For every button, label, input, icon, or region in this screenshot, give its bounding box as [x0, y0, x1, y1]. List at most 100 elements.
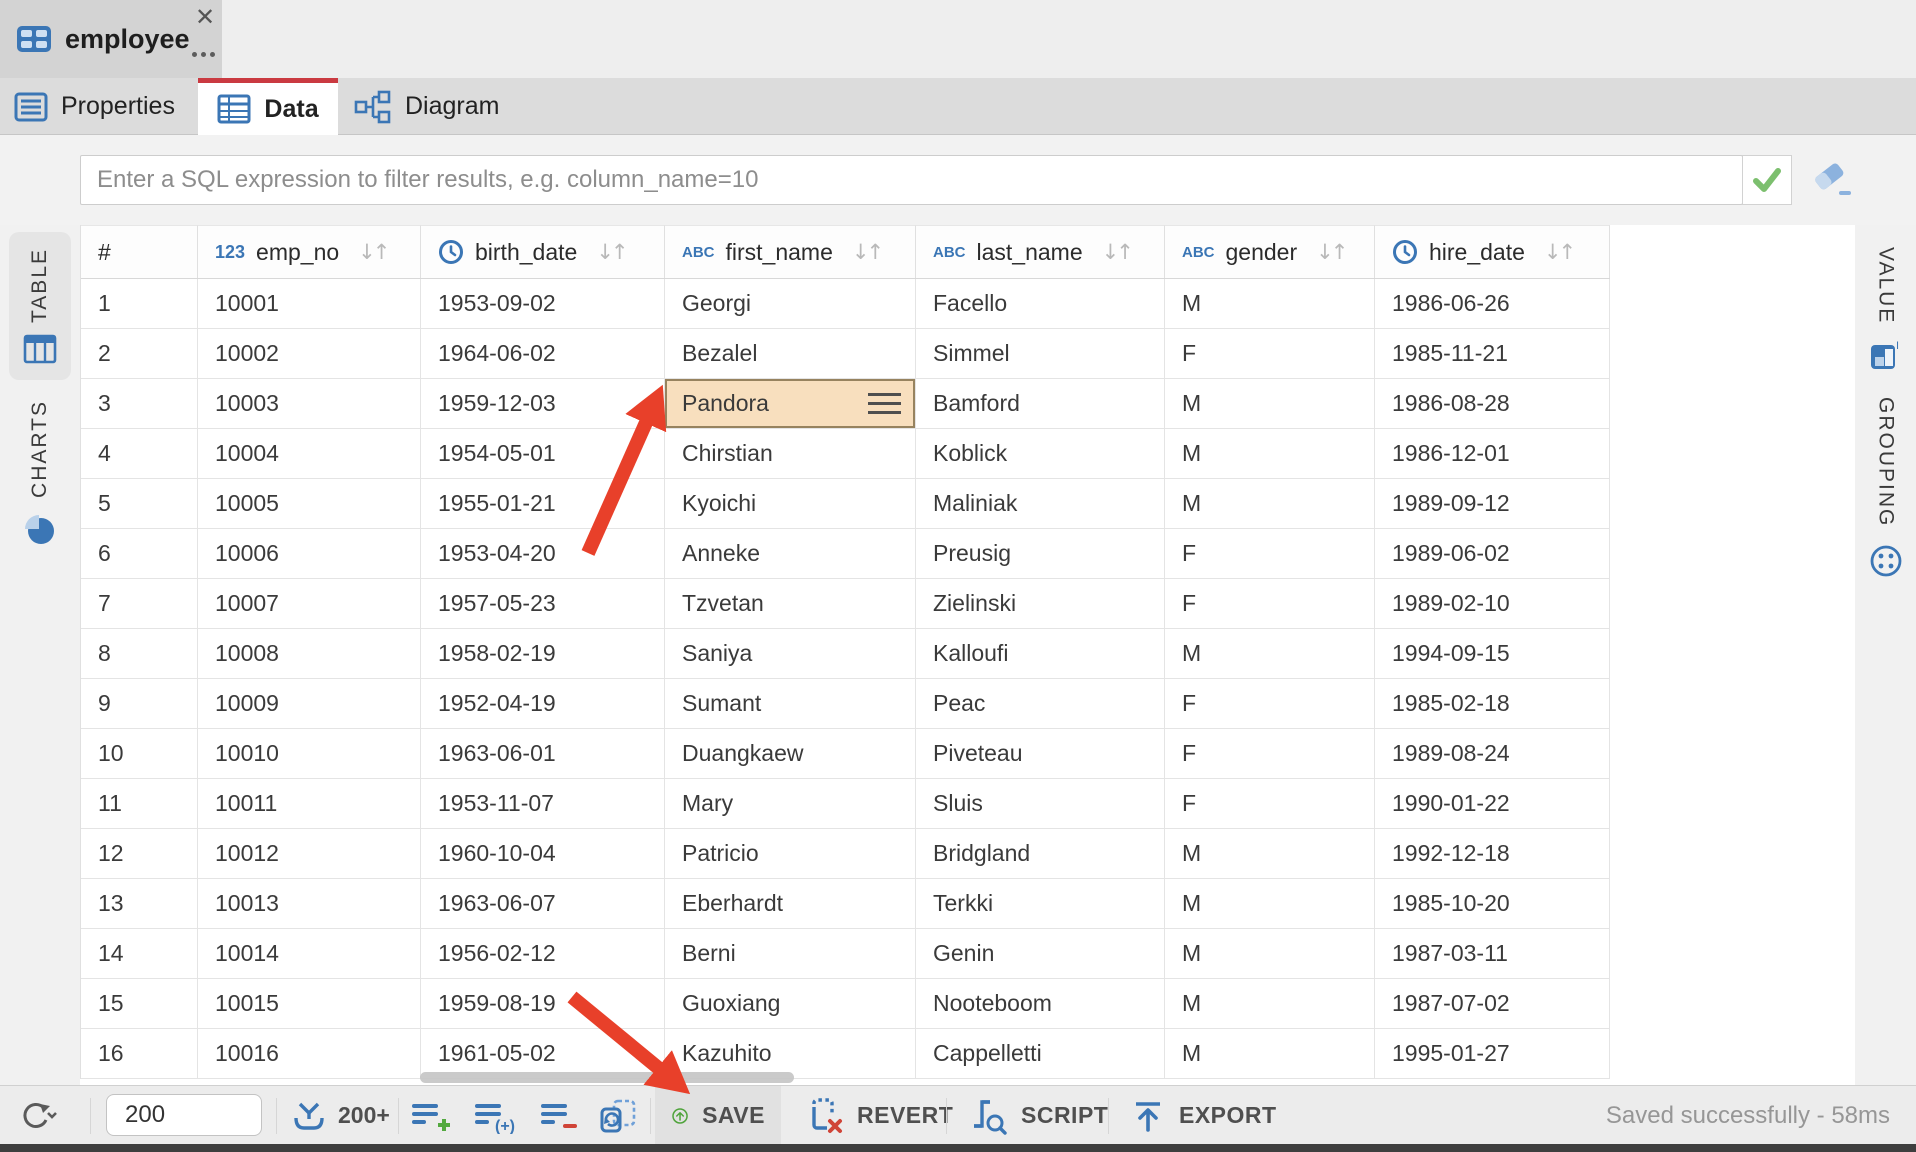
- table-cell[interactable]: 10013: [198, 879, 421, 928]
- row-number-cell[interactable]: 4: [81, 429, 198, 478]
- sort-icon[interactable]: ↓↑: [852, 240, 881, 264]
- add-row-button[interactable]: [408, 1086, 450, 1145]
- table-cell[interactable]: 10002: [198, 329, 421, 378]
- table-cell[interactable]: F: [1165, 329, 1375, 378]
- table-cell[interactable]: M: [1165, 1029, 1375, 1078]
- table-cell[interactable]: M: [1165, 929, 1375, 978]
- sql-filter-input[interactable]: [80, 155, 1743, 205]
- table-cell[interactable]: 1995-01-27: [1375, 1029, 1610, 1078]
- table-cell[interactable]: 1953-04-20: [421, 529, 665, 578]
- table-cell[interactable]: M: [1165, 379, 1375, 428]
- close-icon[interactable]: ✕: [191, 4, 219, 32]
- row-number-cell[interactable]: 8: [81, 629, 198, 678]
- row-number-cell[interactable]: 3: [81, 379, 198, 428]
- table-cell[interactable]: 10014: [198, 929, 421, 978]
- table-cell[interactable]: 1964-06-02: [421, 329, 665, 378]
- table-cell[interactable]: Georgi: [665, 279, 916, 328]
- row-number-cell[interactable]: 9: [81, 679, 198, 728]
- row-number-cell[interactable]: 1: [81, 279, 198, 328]
- table-cell[interactable]: 1958-02-19: [421, 629, 665, 678]
- table-cell[interactable]: Kazuhito: [665, 1029, 916, 1078]
- row-number-cell[interactable]: 5: [81, 479, 198, 528]
- sort-icon[interactable]: ↓↑: [1316, 240, 1345, 264]
- rail-tab-grouping[interactable]: GROUPING: [1855, 383, 1916, 593]
- table-cell[interactable]: 1987-03-11: [1375, 929, 1610, 978]
- tab-data[interactable]: Data: [198, 78, 338, 135]
- row-number-cell[interactable]: 15: [81, 979, 198, 1028]
- tab-diagram[interactable]: Diagram: [338, 78, 564, 135]
- fetch-more-button[interactable]: 200+: [290, 1086, 390, 1145]
- table-cell[interactable]: 10006: [198, 529, 421, 578]
- add-rows-multi-button[interactable]: (+): [471, 1086, 519, 1145]
- table-cell[interactable]: F: [1165, 779, 1375, 828]
- column-header-last-name[interactable]: ABC last_name ↓↑: [916, 225, 1165, 278]
- apply-filter-button[interactable]: [1742, 155, 1792, 205]
- table-cell[interactable]: 1989-09-12: [1375, 479, 1610, 528]
- duplicate-row-button[interactable]: [596, 1086, 640, 1145]
- table-cell[interactable]: 1985-10-20: [1375, 879, 1610, 928]
- table-cell[interactable]: M: [1165, 879, 1375, 928]
- table-cell[interactable]: Anneke: [665, 529, 916, 578]
- table-cell[interactable]: 1963-06-07: [421, 879, 665, 928]
- table-cell[interactable]: 1986-06-26: [1375, 279, 1610, 328]
- row-number-cell[interactable]: 12: [81, 829, 198, 878]
- save-button[interactable]: SAVE: [655, 1086, 781, 1145]
- table-cell[interactable]: F: [1165, 679, 1375, 728]
- table-cell[interactable]: Peac: [916, 679, 1165, 728]
- table-cell[interactable]: Pandora: [665, 379, 916, 428]
- table-cell[interactable]: 10008: [198, 629, 421, 678]
- sort-icon[interactable]: ↓↑: [1102, 240, 1131, 264]
- table-cell[interactable]: 1960-10-04: [421, 829, 665, 878]
- table-cell[interactable]: Berni: [665, 929, 916, 978]
- table-cell[interactable]: Sluis: [916, 779, 1165, 828]
- table-cell[interactable]: 1990-01-22: [1375, 779, 1610, 828]
- editor-tab-employee[interactable]: employee: [0, 0, 222, 78]
- row-number-cell[interactable]: 14: [81, 929, 198, 978]
- table-cell[interactable]: 1992-12-18: [1375, 829, 1610, 878]
- rail-tab-charts[interactable]: CHARTS: [9, 393, 71, 553]
- table-cell[interactable]: 1957-05-23: [421, 579, 665, 628]
- column-header-hire-date[interactable]: hire_date ↓↑: [1375, 225, 1610, 278]
- table-cell[interactable]: 1959-12-03: [421, 379, 665, 428]
- table-cell[interactable]: 10016: [198, 1029, 421, 1078]
- table-cell[interactable]: 10009: [198, 679, 421, 728]
- row-number-cell[interactable]: 13: [81, 879, 198, 928]
- fetch-size-input[interactable]: [106, 1094, 262, 1136]
- table-cell[interactable]: Saniya: [665, 629, 916, 678]
- table-cell[interactable]: Simmel: [916, 329, 1165, 378]
- table-cell[interactable]: Patricio: [665, 829, 916, 878]
- table-cell[interactable]: M: [1165, 629, 1375, 678]
- clear-filter-icon[interactable]: [1806, 157, 1858, 203]
- table-cell[interactable]: 1985-11-21: [1375, 329, 1610, 378]
- column-header-first-name[interactable]: ABC first_name ↓↑: [665, 225, 916, 278]
- table-cell[interactable]: Maliniak: [916, 479, 1165, 528]
- table-cell[interactable]: Preusig: [916, 529, 1165, 578]
- table-cell[interactable]: F: [1165, 579, 1375, 628]
- tab-properties[interactable]: Properties: [0, 78, 198, 135]
- table-cell[interactable]: Guoxiang: [665, 979, 916, 1028]
- table-cell[interactable]: Nooteboom: [916, 979, 1165, 1028]
- table-cell[interactable]: Terkki: [916, 879, 1165, 928]
- row-number-cell[interactable]: 16: [81, 1029, 198, 1078]
- revert-button[interactable]: REVERT: [790, 1086, 969, 1145]
- column-header-gender[interactable]: ABC gender ↓↑: [1165, 225, 1375, 278]
- row-number-cell[interactable]: 2: [81, 329, 198, 378]
- table-cell[interactable]: Koblick: [916, 429, 1165, 478]
- table-cell[interactable]: 1963-06-01: [421, 729, 665, 778]
- table-cell[interactable]: M: [1165, 279, 1375, 328]
- script-button[interactable]: SCRIPT: [952, 1086, 1124, 1145]
- table-cell[interactable]: 1959-08-19: [421, 979, 665, 1028]
- column-header-emp-no[interactable]: 123 emp_no ↓↑: [198, 225, 421, 278]
- table-cell[interactable]: Bridgland: [916, 829, 1165, 878]
- table-cell[interactable]: M: [1165, 829, 1375, 878]
- table-cell[interactable]: 1986-12-01: [1375, 429, 1610, 478]
- table-cell[interactable]: 1961-05-02: [421, 1029, 665, 1078]
- table-cell[interactable]: 10011: [198, 779, 421, 828]
- table-cell[interactable]: 1955-01-21: [421, 479, 665, 528]
- table-cell[interactable]: Zielinski: [916, 579, 1165, 628]
- table-cell[interactable]: Kalloufi: [916, 629, 1165, 678]
- row-number-cell[interactable]: 10: [81, 729, 198, 778]
- refresh-button[interactable]: [16, 1086, 58, 1145]
- table-cell[interactable]: 10003: [198, 379, 421, 428]
- sort-icon[interactable]: ↓↑: [596, 240, 625, 264]
